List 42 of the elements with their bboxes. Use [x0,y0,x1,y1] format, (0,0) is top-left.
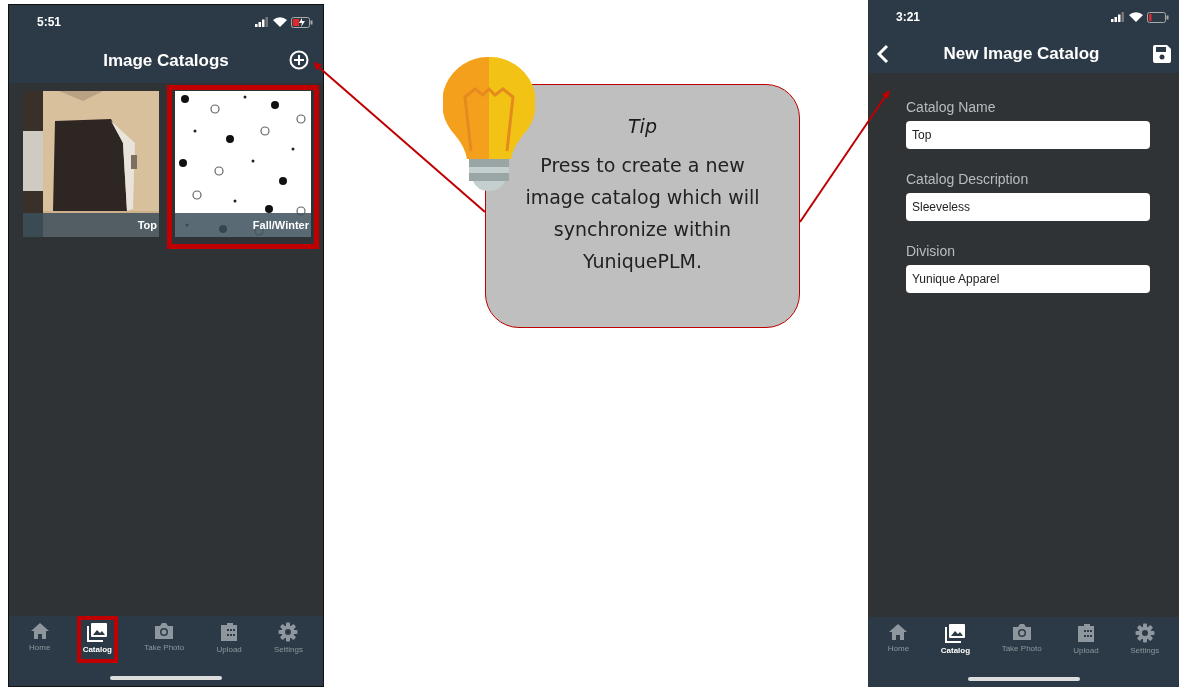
camera-icon [1011,623,1032,641]
field-label: Catalog Name [906,99,997,115]
tab[interactable]: Catalog [76,616,118,663]
tab[interactable]: Catalog [934,617,977,664]
catalog-tile[interactable]: Fall/Winter [167,85,319,249]
settings-icon [1134,623,1155,643]
tab[interactable]: Home [881,617,916,662]
catalog-label: Top [23,213,159,237]
status-time: 3:21 [896,10,921,24]
tab[interactable]: Take Photo [995,617,1048,662]
tip-title: Tip [628,115,657,137]
wifi-icon [273,17,287,27]
signal-icon [1111,12,1125,22]
tab[interactable]: Upload [1067,617,1105,664]
input-field[interactable]: Yunique Apparel [906,265,1150,293]
save-icon[interactable] [1153,44,1171,63]
add-icon[interactable] [289,50,309,70]
tab[interactable]: Take Photo [138,616,191,661]
home-icon [29,622,50,640]
images-icon [86,622,109,642]
home-icon [888,623,909,641]
camera-icon [154,622,175,640]
images-icon [944,623,967,643]
input-field[interactable]: Top [906,121,1150,149]
settings-icon [278,622,299,642]
lightbulb-icon [443,57,535,191]
status-time: 5:51 [37,15,62,29]
catalog-tile[interactable]: Top [17,85,165,243]
tab[interactable]: Settings [1124,617,1166,664]
signal-icon [255,17,269,27]
wifi-icon [1129,12,1143,22]
tab[interactable]: Upload [210,616,248,663]
screen-title: New Image Catalog [943,43,1100,64]
catalog-label: Fall/Winter [175,213,311,237]
field-label: Catalog Description [906,171,1030,187]
input-field[interactable]: Sleeveless [906,193,1150,221]
screen-title: Image Catalogs [103,51,229,71]
tab[interactable]: Settings [268,616,309,663]
back-icon[interactable] [876,43,890,64]
tab[interactable]: Home [23,616,57,661]
tip-text: Press to create a new image catalog which will synchronize within YuniquePLM. [524,153,761,274]
field-label: Division [906,243,956,259]
